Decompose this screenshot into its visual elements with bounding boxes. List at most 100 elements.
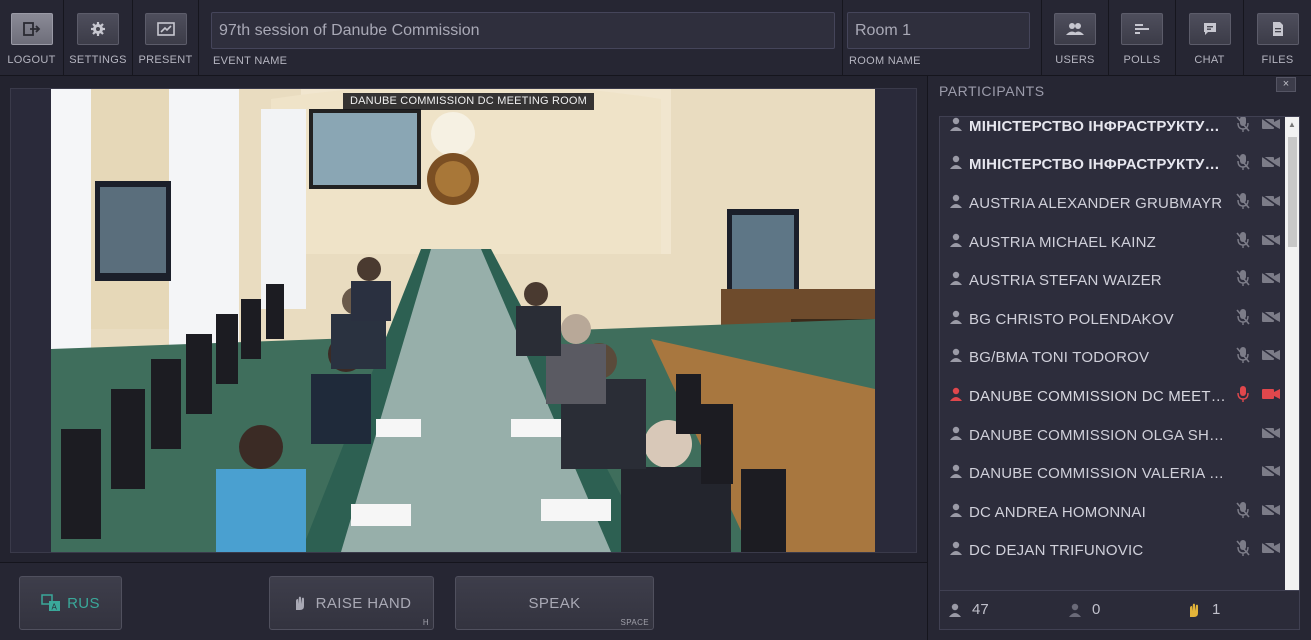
scroll-thumb[interactable] (1288, 137, 1297, 247)
participant-mic[interactable] (1236, 385, 1250, 408)
close-panel-button[interactable]: × (1276, 77, 1296, 92)
participant-row[interactable]: AUSTRIA MICHAEL KAINZ (940, 223, 1285, 262)
settings-button[interactable] (77, 13, 119, 45)
participant-name: DANUBE COMMISSION DC MEETIN... (969, 387, 1227, 405)
mic-muted-icon (1236, 231, 1250, 248)
raise-hand-button[interactable]: RAISE HAND H (269, 576, 434, 630)
participant-row[interactable]: DANUBE COMMISSION VALERIA B... (940, 454, 1285, 493)
participant-name: BG/BMA TONI TODOROV (969, 349, 1150, 367)
meeting-room-image (51, 89, 875, 552)
user-icon (950, 464, 962, 479)
participant-mic[interactable] (1236, 192, 1250, 215)
event-name-field[interactable]: 97th session of Danube Commission (211, 12, 835, 49)
participant-mic[interactable] (1236, 346, 1250, 369)
mic-muted-icon (1236, 192, 1250, 209)
participant-avatar-icon (949, 310, 963, 329)
participant-camera[interactable] (1261, 541, 1281, 560)
participant-camera[interactable] (1261, 464, 1281, 483)
camera-off-icon (1261, 232, 1280, 247)
participant-row[interactable]: BG/BMA TONI TODOROV (940, 339, 1285, 378)
present-tool[interactable]: PRESENT (133, 0, 199, 76)
participants-panel: PARTICIPANTS × МІНІСТЕРСТВО ІНФРАСТРУКТУ… (927, 76, 1311, 640)
participant-row[interactable]: DC ANDREA HOMONNAI (940, 493, 1285, 532)
speak-button[interactable]: SPEAK SPACE (455, 576, 654, 630)
participant-row[interactable]: МІНІСТЕРСТВО ІНФРАСТРУКТУРИ... (940, 146, 1285, 185)
participant-avatar-icon (949, 117, 963, 136)
chat-label: CHAT (1194, 54, 1225, 66)
participant-mic[interactable] (1236, 117, 1250, 138)
participant-avatar-icon (949, 194, 963, 213)
users-label: USERS (1055, 54, 1095, 66)
camera-off-icon (1261, 194, 1280, 208)
participant-camera[interactable] (1261, 310, 1281, 329)
participant-mic[interactable] (1236, 231, 1250, 254)
participant-camera[interactable] (1261, 194, 1281, 213)
participant-camera[interactable] (1261, 387, 1281, 406)
participant-row[interactable]: BG CHRISTO POLENDAKOV (940, 300, 1285, 339)
participant-mic[interactable] (1236, 269, 1250, 292)
files-tool[interactable]: FILES (1244, 0, 1311, 76)
participant-camera[interactable] (1261, 271, 1281, 290)
user-icon (950, 387, 962, 401)
participant-row[interactable]: МІНІСТЕРСТВО ІНФРАСТРУКТУРИ... (940, 117, 1285, 146)
participant-name: BG CHRISTO POLENDAKOV (969, 310, 1174, 328)
participant-camera[interactable] (1261, 117, 1281, 136)
logout-label: LOGOUT (7, 54, 56, 66)
scroll-up-icon[interactable]: ▲ (1288, 120, 1296, 129)
mic-muted-icon (1236, 154, 1250, 171)
participants-list[interactable]: МІНІСТЕРСТВО ІНФРАСТРУКТУРИ... МІНІСТЕРСТ… (939, 116, 1300, 620)
participant-row[interactable]: DANUBE COMMISSION OLGA SHIR... (940, 416, 1285, 455)
participant-camera[interactable] (1261, 503, 1281, 522)
user-icon (950, 310, 962, 324)
participant-row[interactable]: AUSTRIA ALEXANDER GRUBMAYR (940, 184, 1285, 223)
participant-avatar-icon (949, 155, 963, 174)
raised-hands-stat: 1 (1186, 601, 1220, 618)
users-tool[interactable]: USERS (1042, 0, 1109, 76)
language-button[interactable]: A RUS (19, 576, 122, 630)
user-icon (950, 117, 962, 131)
logout-button[interactable] (10, 13, 53, 45)
participants-scrollbar[interactable]: ▲ ▼ (1285, 117, 1299, 619)
participant-row[interactable]: AUSTRIA STEFAN WAIZER (940, 261, 1285, 300)
settings-tool[interactable]: SETTINGS (64, 0, 133, 76)
participant-name: DANUBE COMMISSION OLGA SHIR... (969, 426, 1227, 444)
room-name-field[interactable]: Room 1 (847, 12, 1030, 49)
user-icon (950, 271, 962, 286)
participant-row[interactable]: DANUBE COMMISSION DC MEETIN... (940, 377, 1285, 416)
file-icon (1272, 22, 1283, 36)
user-icon (950, 194, 962, 208)
polls-tool[interactable]: POLLS (1109, 0, 1176, 76)
participant-camera[interactable] (1261, 232, 1281, 252)
files-button[interactable] (1256, 13, 1299, 45)
participant-name: AUSTRIA ALEXANDER GRUBMAYR (969, 194, 1223, 212)
raised-hand-icon (1190, 603, 1198, 617)
participant-camera[interactable] (1261, 425, 1281, 445)
participant-mic[interactable] (1236, 539, 1250, 562)
room-name-section: Room 1 ROOM NAME (843, 0, 1042, 76)
participant-camera[interactable] (1261, 155, 1281, 174)
participant-name: DANUBE COMMISSION VALERIA B... (969, 465, 1227, 483)
logout-tool[interactable]: LOGOUT (0, 0, 64, 76)
polls-button[interactable] (1121, 13, 1163, 45)
present-button[interactable] (144, 13, 187, 45)
event-name-label: EVENT NAME (213, 55, 288, 67)
participant-camera[interactable] (1261, 348, 1281, 367)
video-caption: DANUBE COMMISSION DC MEETING ROOM (343, 93, 594, 110)
users-button[interactable] (1054, 13, 1096, 45)
camera-off-icon (1261, 425, 1280, 440)
mic-muted-icon (1236, 270, 1250, 287)
user-icon (950, 233, 962, 247)
camera-icon (1262, 388, 1280, 399)
participant-avatar-icon (949, 464, 963, 483)
participant-mic[interactable] (1236, 308, 1250, 331)
user-icon (950, 426, 962, 440)
participant-avatar-icon (949, 387, 963, 406)
participant-mic[interactable] (1236, 501, 1250, 524)
participants-title: PARTICIPANTS (939, 83, 1045, 99)
participant-name: МІНІСТЕРСТВО ІНФРАСТРУКТУРИ... (969, 117, 1227, 135)
participant-mic[interactable] (1236, 153, 1250, 176)
chat-tool[interactable]: CHAT (1176, 0, 1244, 76)
files-label: FILES (1261, 54, 1294, 66)
chat-button[interactable] (1188, 13, 1231, 45)
participant-row[interactable]: DC DEJAN TRIFUNOVIC (940, 532, 1285, 571)
